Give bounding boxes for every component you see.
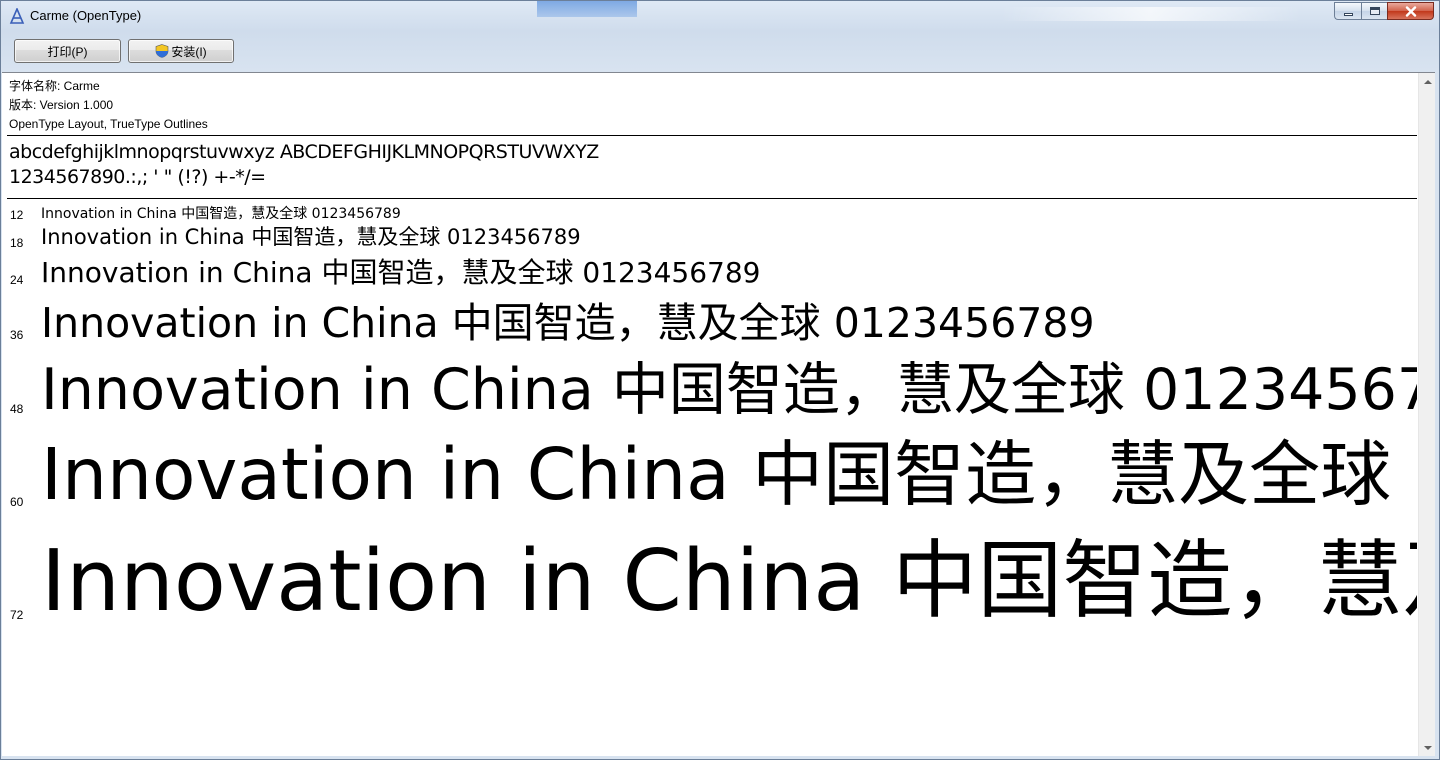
caption-buttons (1334, 2, 1434, 20)
sample-text: Innovation in China 中国智造，慧及全球 0123456789 (41, 433, 1417, 516)
sample-size-label: 36 (10, 328, 24, 342)
sample-size-label: 72 (10, 608, 24, 622)
charset-symbols: 1234567890.:,; ' " (!?) +-*/= (9, 166, 266, 188)
divider (7, 135, 1417, 136)
font-preview-pane: 字体名称: Carme 版本: Version 1.000 OpenType L… (2, 72, 1435, 756)
font-version-line: 版本: Version 1.000 (9, 98, 114, 112)
character-set-sample: abcdefghijklmnopqrstuvwxyz ABCDEFGHIJKLM… (9, 140, 599, 190)
sample-row-60: 60 Innovation in China 中国智造，慧及全球 0123456… (2, 433, 1417, 519)
minimize-button[interactable] (1334, 2, 1361, 20)
sample-text: Innovation in China 中国智造，慧及全球 0123456789 (41, 206, 401, 222)
sample-size-label: 12 (10, 208, 24, 222)
close-button[interactable] (1387, 2, 1434, 20)
sample-row-36: 36 Innovation in China 中国智造，慧及全球 0123456… (2, 297, 1417, 349)
print-button[interactable]: 打印(P) (14, 39, 121, 63)
maximize-icon (1369, 7, 1380, 15)
scroll-down-icon (1423, 745, 1432, 750)
font-outline-line: OpenType Layout, TrueType Outlines (9, 117, 208, 131)
toolbar: 打印(P) 安装(I) (2, 31, 1438, 71)
font-info: 字体名称: Carme 版本: Version 1.000 OpenType L… (9, 77, 208, 134)
title-bar[interactable]: Carme (OpenType) (1, 1, 1439, 31)
sample-row-72: 72 Innovation in China 中国智造，慧及全球 0123456… (2, 531, 1417, 636)
sample-row-18: 18 Innovation in China 中国智造，慧及全球 0123456… (2, 225, 1417, 255)
minimize-icon (1343, 12, 1353, 16)
sample-text: Innovation in China 中国智造，慧及全球 0123456789 (41, 358, 1417, 423)
sample-text: Innovation in China 中国智造，慧及全球 0123456789 (41, 256, 761, 289)
charset-letters: abcdefghijklmnopqrstuvwxyz ABCDEFGHIJKLM… (9, 141, 599, 163)
divider (7, 198, 1417, 199)
scroll-up-icon (1423, 79, 1432, 84)
sample-row-12: 12 Innovation in China 中国智造，慧及全球 0123456… (2, 205, 1417, 223)
close-icon (1405, 5, 1416, 17)
sample-text: Innovation in China 中国智造，慧及全球 0123456789 (41, 299, 1095, 347)
sample-row-24: 24 Innovation in China 中国智造，慧及全球 0123456… (2, 256, 1417, 294)
sample-text: Innovation in China 中国智造，慧及全球 0123456789 (41, 532, 1417, 631)
uac-shield-icon (156, 44, 169, 58)
font-preview-content: 字体名称: Carme 版本: Version 1.000 OpenType L… (2, 73, 1417, 756)
scroll-down-button[interactable] (1419, 739, 1435, 756)
vertical-scrollbar[interactable] (1418, 73, 1435, 756)
font-viewer-window: Carme (OpenType) 打印(P) 安装(I) 字体名称: Carme… (0, 0, 1440, 760)
window-title: Carme (OpenType) (30, 8, 142, 23)
titlebar-glass-sheen (1001, 7, 1301, 21)
sample-size-label: 18 (10, 236, 24, 250)
maximize-button[interactable] (1361, 2, 1387, 20)
font-viewer-icon (9, 8, 25, 24)
sample-row-48: 48 Innovation in China 中国智造，慧及全球 0123456… (2, 358, 1417, 426)
install-button-label: 安装(I) (171, 44, 207, 59)
print-button-label: 打印(P) (47, 44, 88, 59)
sample-size-label: 24 (10, 273, 24, 287)
font-name-line: 字体名称: Carme (9, 79, 100, 93)
scroll-up-button[interactable] (1419, 73, 1435, 90)
install-button[interactable]: 安装(I) (128, 39, 234, 63)
sample-size-label: 48 (10, 402, 24, 416)
sample-size-label: 60 (10, 495, 24, 509)
sample-text: Innovation in China 中国智造，慧及全球 0123456789 (41, 225, 581, 249)
titlebar-glass-highlight (537, 1, 637, 17)
